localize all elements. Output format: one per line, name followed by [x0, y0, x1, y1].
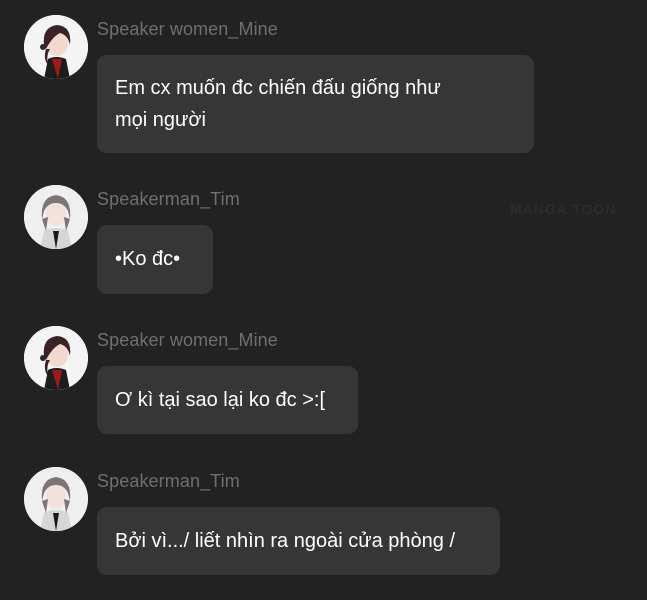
- male-avatar-icon: [24, 185, 88, 249]
- watermark: MANGA TOON: [510, 201, 617, 217]
- sender-name: Speaker women_Mine: [97, 19, 278, 39]
- sender-name: Speakerman_Tim: [97, 471, 240, 491]
- message-bubble[interactable]: Bởi vì.../ liết nhìn ra ngoài cửa phòng …: [97, 507, 500, 575]
- message-bubble[interactable]: Ơ kì tại sao lại ko đc >:[: [97, 366, 358, 434]
- sender-name: Speakerman_Tim: [97, 189, 240, 209]
- female-avatar-icon: [24, 15, 88, 79]
- message-bubble[interactable]: Em cx muốn đc chiến đấu giống như mọi ng…: [97, 55, 534, 153]
- message-bubble[interactable]: •Ko đc•: [97, 225, 213, 294]
- male-avatar-icon: [24, 467, 88, 531]
- male-avatar[interactable]: [24, 467, 88, 531]
- male-avatar[interactable]: [24, 185, 88, 249]
- female-avatar[interactable]: [24, 326, 88, 390]
- female-avatar[interactable]: [24, 15, 88, 79]
- chat-thread: MANGA TOON Speaker women_Mine Em cx muốn…: [0, 0, 647, 600]
- sender-name: Speaker women_Mine: [97, 330, 278, 350]
- female-avatar-icon: [24, 326, 88, 390]
